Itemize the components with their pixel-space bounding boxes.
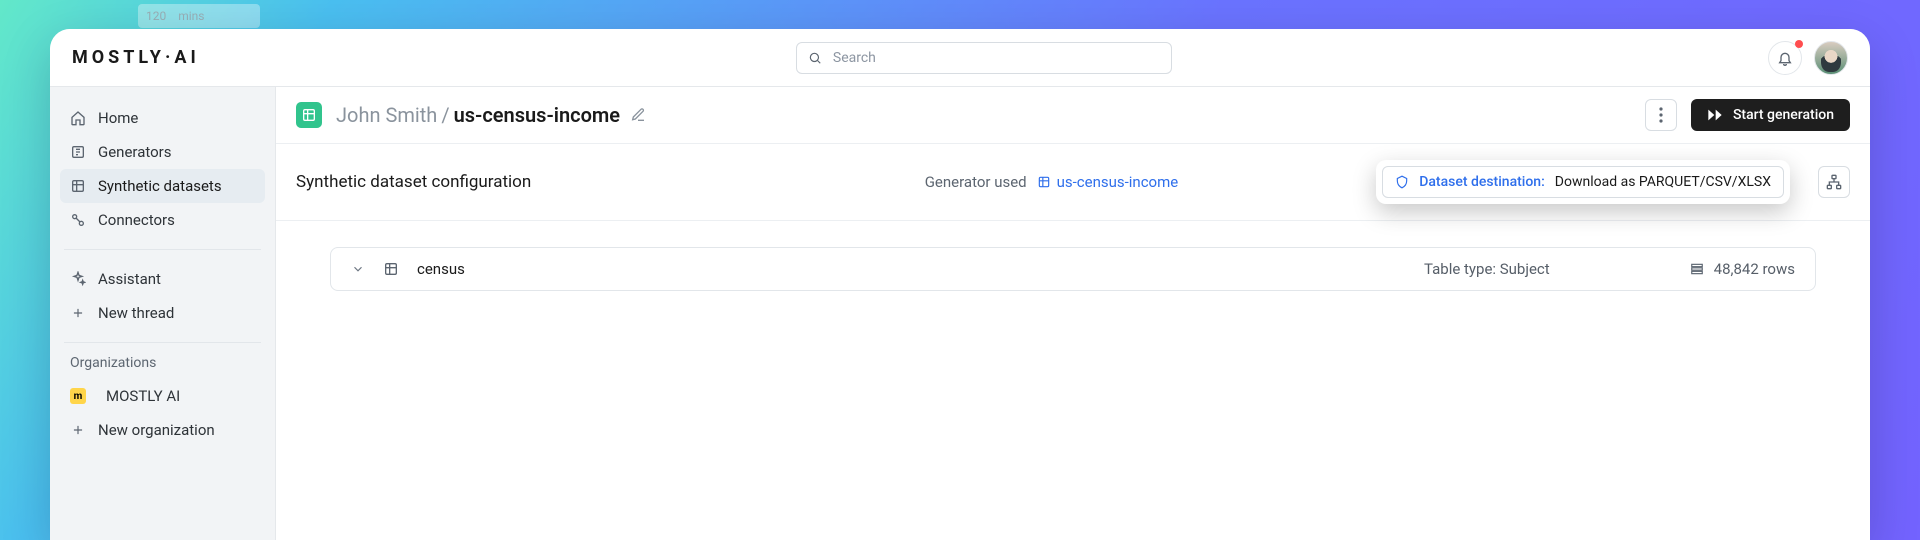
start-generation-button[interactable]: Start generation (1691, 99, 1850, 131)
dots-vertical-icon (1659, 107, 1663, 123)
table-type: Table type: Subject (1424, 260, 1550, 278)
shell: Home Generators Synthetic datasets Conne… (50, 87, 1870, 540)
start-generation-label: Start generation (1733, 107, 1834, 123)
config-title: Synthetic dataset configuration (296, 172, 531, 192)
destination-icon (1395, 175, 1409, 189)
breadcrumb-name: us-census-income (454, 103, 620, 127)
sidebar-item-generators[interactable]: Generators (60, 135, 265, 169)
dest-label: Dataset destination: (1419, 174, 1545, 190)
table-rows: 48,842 rows (1690, 260, 1795, 278)
generators-icon (70, 144, 86, 160)
sidebar-item-label: Assistant (98, 270, 161, 288)
bell-icon (1777, 50, 1793, 66)
sparkle-icon (70, 271, 86, 287)
search-input[interactable] (833, 50, 1161, 66)
background-ghost-pill: 120 mins (138, 4, 260, 28)
sidebar-item-label: New thread (98, 304, 174, 322)
sidebar-item-label: Generators (98, 143, 172, 161)
plus-icon (70, 422, 86, 438)
logo-text: MOSTLY·AI (72, 47, 200, 68)
topbar: MOSTLY·AI (50, 29, 1870, 87)
sidebar-item-label: Home (98, 109, 138, 127)
breadcrumb-slash: / (441, 103, 449, 127)
sidebar-item-connectors[interactable]: Connectors (60, 203, 265, 237)
generator-link[interactable]: us-census-income (1037, 173, 1179, 191)
fast-forward-icon (1707, 109, 1723, 121)
sidebar-item-label: Synthetic datasets (98, 177, 222, 195)
sidebar-item-assistant[interactable]: Assistant (60, 262, 265, 296)
sidebar-item-label: MOSTLY AI (106, 387, 180, 405)
topbar-actions (1768, 41, 1848, 75)
generator-used-label: Generator used (925, 173, 1027, 191)
page-header: John Smith/us-census-income Start genera (276, 87, 1870, 144)
rows-value: 48,842 rows (1714, 260, 1795, 278)
sidebar-item-synthetic-datasets[interactable]: Synthetic datasets (60, 169, 265, 203)
home-icon (70, 110, 86, 126)
sidebar-item-new-thread[interactable]: New thread (60, 296, 265, 330)
dest-value: Download as PARQUET/CSV/XLSX (1555, 174, 1771, 190)
datasets-icon (70, 178, 86, 194)
search-icon (807, 50, 823, 66)
breadcrumb-owner[interactable]: John Smith (336, 103, 437, 127)
notification-dot-icon (1795, 40, 1803, 48)
rows-icon (1690, 262, 1704, 276)
search-field[interactable] (796, 42, 1172, 74)
dataset-destination-button[interactable]: Dataset destination: Download as PARQUET… (1382, 166, 1784, 198)
ghost-right: mins (178, 9, 204, 23)
edit-name-button[interactable] (630, 107, 646, 123)
table-card[interactable]: census Table type: Subject 48,842 rows (330, 247, 1816, 291)
logo[interactable]: MOSTLY·AI (72, 47, 200, 68)
sidebar-item-home[interactable]: Home (60, 101, 265, 135)
user-avatar[interactable] (1814, 41, 1848, 75)
tree-icon (1826, 174, 1842, 190)
sidebar-section-orgs: Organizations (60, 355, 265, 379)
dest-highlight: Dataset destination: Download as PARQUET… (1376, 160, 1790, 204)
org-badge-icon: m (70, 388, 86, 404)
ghost-left: 120 (146, 9, 166, 23)
sidebar: Home Generators Synthetic datasets Conne… (50, 87, 276, 540)
table-name: census (417, 260, 465, 278)
sidebar-divider (64, 249, 261, 250)
table-meta: Table type: Subject 48,842 rows (1424, 260, 1795, 278)
sidebar-item-label: New organization (98, 421, 215, 439)
connectors-icon (70, 212, 86, 228)
dataset-badge-icon (296, 102, 322, 128)
plus-icon (70, 305, 86, 321)
sidebar-item-label: Connectors (98, 211, 175, 229)
config-row: Synthetic dataset configuration Generato… (276, 144, 1870, 221)
chevron-down-icon[interactable] (351, 262, 365, 276)
generator-link-label: us-census-income (1057, 173, 1179, 191)
notifications-button[interactable] (1768, 41, 1802, 75)
app-window: MOSTLY·AI Home (50, 29, 1870, 540)
sidebar-item-org[interactable]: m MOSTLY AI (60, 379, 265, 413)
sidebar-divider (64, 342, 261, 343)
breadcrumb: John Smith/us-census-income (336, 103, 646, 127)
schema-tree-button[interactable] (1818, 166, 1850, 198)
sidebar-item-new-org[interactable]: New organization (60, 413, 265, 447)
generator-used: Generator used us-census-income (925, 173, 1179, 191)
generator-link-icon (1037, 175, 1051, 189)
main: John Smith/us-census-income Start genera (276, 87, 1870, 540)
more-menu-button[interactable] (1645, 99, 1677, 131)
table-icon (383, 261, 399, 277)
